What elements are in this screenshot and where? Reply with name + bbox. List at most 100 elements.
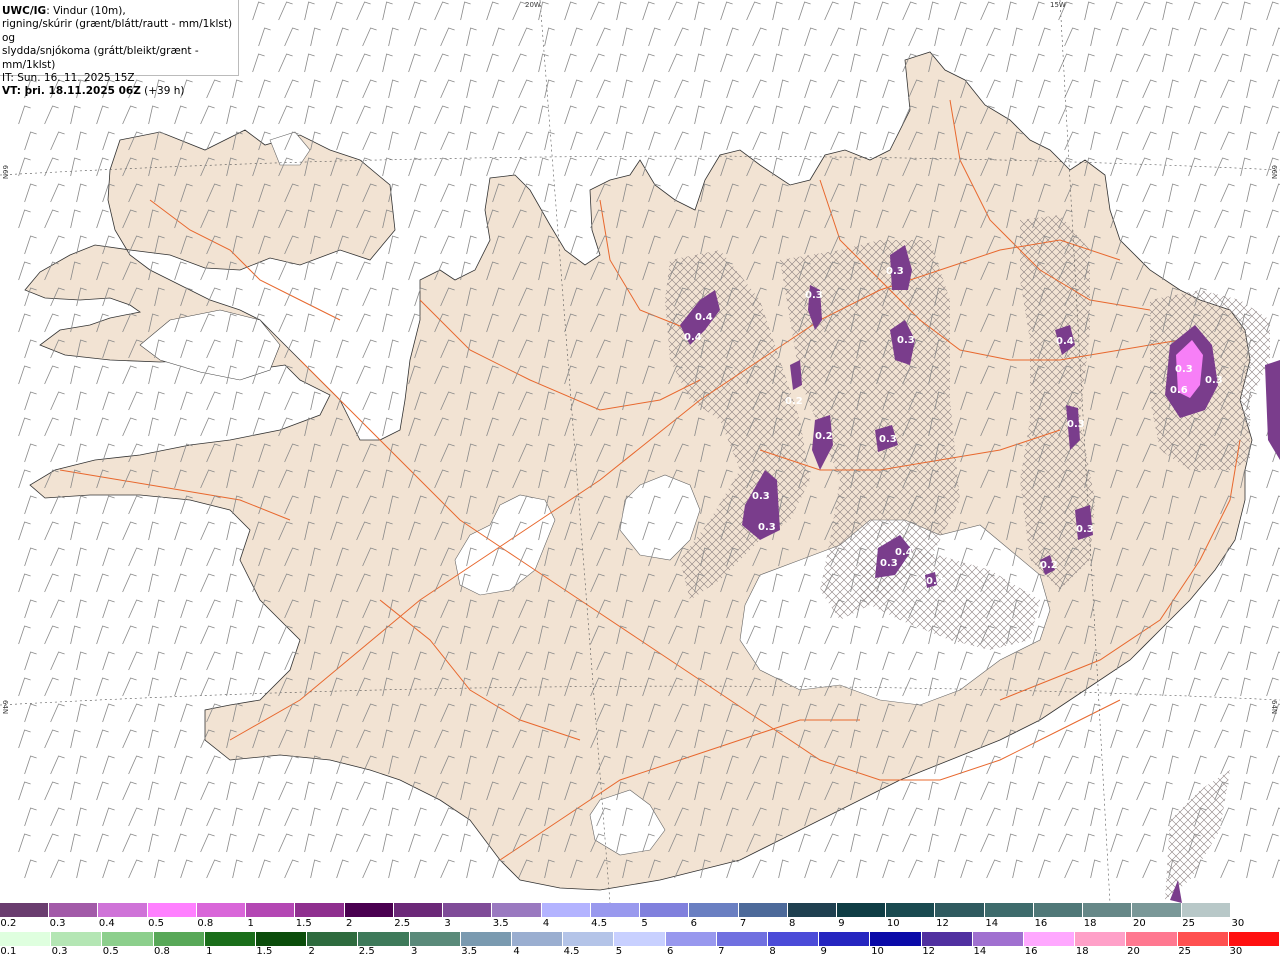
legend-label: 2.5 <box>358 946 375 957</box>
svg-text:0.3: 0.3 <box>879 434 897 445</box>
legend-label: 18 <box>1075 946 1089 957</box>
legend-swatch <box>590 903 641 917</box>
legend-label: 1 <box>206 946 213 957</box>
legend-swatch <box>716 932 769 946</box>
legend-swatch <box>1033 903 1084 917</box>
svg-text:0.3: 0.3 <box>897 335 915 346</box>
legend-swatch <box>443 903 493 917</box>
legend-label: 8 <box>769 946 776 957</box>
legend-label: 1.5 <box>256 946 273 957</box>
legend-swatch <box>49 903 99 917</box>
legend-label: 12 <box>922 946 936 957</box>
svg-text:0.3: 0.3 <box>880 558 898 569</box>
svg-text:0.4: 0.4 <box>895 547 913 558</box>
svg-text:0.2: 0.2 <box>926 576 944 587</box>
legend-swatch <box>492 903 542 917</box>
legend-label: 3 <box>444 918 451 929</box>
svg-text:0.2: 0.2 <box>785 396 803 407</box>
legend-label: 18 <box>1083 918 1097 929</box>
legend-label: 12 <box>936 918 949 929</box>
legend-swatch <box>1228 932 1280 946</box>
legend-label: 0.3 <box>51 946 68 957</box>
legend-label: 10 <box>871 946 884 957</box>
title-line1: UWC/IG: Vindur (10m), <box>2 5 238 18</box>
svg-text:0.2: 0.2 <box>815 431 833 442</box>
legend-rain-labels: 0.1 0.3 0.5 0.8 1 1.5 2 2.5 3 3.5 4 4.5 5 6 7 8 9 10 12 14 1… <box>0 946 1280 958</box>
legend-swatch <box>640 903 690 917</box>
lon-label-15w: 15W <box>1050 1 1066 9</box>
legend-swatch <box>98 903 148 917</box>
legend-swatch <box>1132 903 1182 917</box>
svg-text:0.3: 0.3 <box>752 491 770 502</box>
legend-swatch <box>1230 903 1280 917</box>
legend-label: 0.4 <box>98 918 115 929</box>
legend-snow-colorbar <box>0 903 1280 917</box>
legend-label: 0.5 <box>148 918 165 929</box>
legend-label: 9 <box>820 946 827 957</box>
legend-label: 25 <box>1178 946 1192 957</box>
legend-label: 2 <box>345 918 353 929</box>
legend-label: 0.2 <box>0 918 17 929</box>
legend-swatch <box>614 932 666 946</box>
model-name: UWC/IG <box>2 5 47 17</box>
legend-swatch <box>541 903 591 917</box>
legend-label: 20 <box>1133 918 1146 929</box>
legend-label: 7 <box>718 946 725 957</box>
legend-swatch <box>153 932 205 946</box>
init-time: IT: Sun. 16. 11. 2025 15Z <box>2 72 135 85</box>
title-desc: : Vindur (10m), <box>46 5 126 17</box>
lat-label-66n-left: 66N <box>1 165 9 180</box>
legend-swatch <box>1024 932 1076 946</box>
svg-text:0.3: 0.3 <box>1076 524 1094 535</box>
legend-swatch <box>512 932 564 946</box>
legend-swatch <box>665 932 717 946</box>
svg-text:0.6: 0.6 <box>1170 385 1188 396</box>
legend-label: 0.5 <box>102 946 119 957</box>
legend-swatch <box>246 903 296 917</box>
legend-swatch <box>102 932 154 946</box>
legend-label: 3 <box>410 946 418 957</box>
legend-swatch <box>204 932 257 946</box>
legend-label: 6 <box>690 918 697 929</box>
legend-label: 0.8 <box>154 946 170 957</box>
svg-text:0.3: 0.3 <box>758 522 776 533</box>
legend-swatch <box>1181 903 1231 917</box>
legend-label: 6 <box>666 946 674 957</box>
legend-swatch <box>196 903 247 917</box>
title-line3: slydda/snjókoma (grátt/bleikt/grænt - mm… <box>2 45 199 71</box>
title-line2: rigning/skúrir (grænt/blátt/rautt - mm/1… <box>2 18 233 44</box>
legend-label: 8 <box>789 918 796 929</box>
legend-label: 0.1 <box>0 946 17 957</box>
legend-swatch <box>921 932 973 946</box>
legend-label: 16 <box>1024 946 1038 957</box>
legend-label: 4 <box>513 946 520 957</box>
legend-label: 3.5 <box>461 946 478 957</box>
svg-text:0.3: 0.3 <box>1175 364 1193 375</box>
legend-swatch <box>768 932 820 946</box>
legend-swatch <box>689 903 739 917</box>
legend-swatch <box>409 932 461 946</box>
legend-swatch <box>836 903 887 917</box>
legend-swatch <box>1075 932 1127 946</box>
legend-swatch <box>256 932 308 946</box>
svg-text:0.3: 0.3 <box>805 290 823 301</box>
valid-time-label: VT: þri. 18.11.2025 06Z <box>2 85 141 98</box>
legend-label: 14 <box>973 946 987 957</box>
legend-swatch <box>295 903 345 917</box>
svg-text:0.3: 0.3 <box>886 266 904 277</box>
legend-swatch <box>984 903 1034 917</box>
valid-time-offset: (+39 h) <box>140 85 185 98</box>
legend-swatch <box>358 932 410 946</box>
legend-label: 0.3 <box>49 918 66 929</box>
legend-label: 5 <box>615 946 623 957</box>
svg-text:0.3: 0.3 <box>1067 419 1085 430</box>
legend-swatch <box>1177 932 1229 946</box>
legend-label: 1.5 <box>295 918 312 929</box>
legend-label: 2 <box>308 946 315 957</box>
legend-label: 16 <box>1034 918 1048 929</box>
legend-swatch <box>0 903 50 917</box>
legend-label: 5 <box>641 918 648 929</box>
legend-swatch <box>787 903 837 917</box>
svg-text:0.4: 0.4 <box>684 332 702 343</box>
legend-label: 4.5 <box>591 918 608 929</box>
